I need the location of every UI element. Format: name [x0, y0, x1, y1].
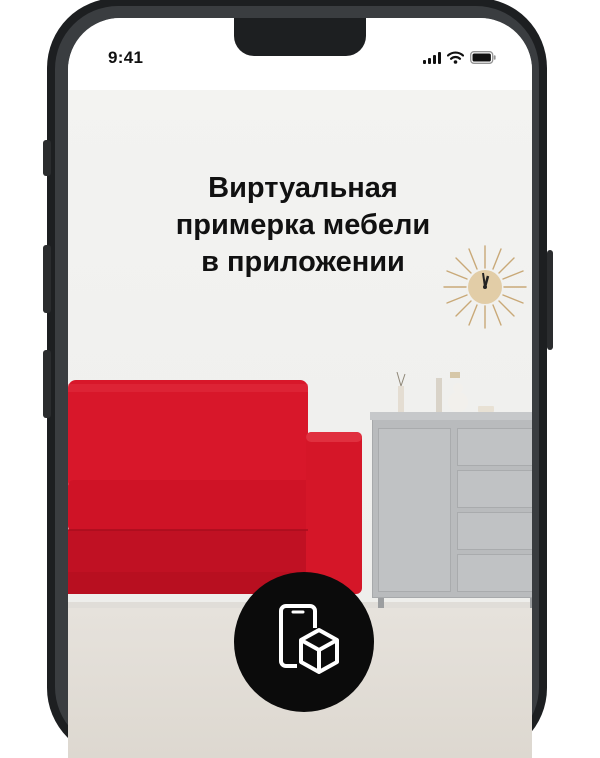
headline-line-3: в приложении [201, 246, 405, 278]
power-button [547, 250, 553, 350]
promo-headline: Виртуальная примерка мебели в приложении [128, 170, 478, 281]
wifi-icon [447, 51, 464, 64]
cabinet-drawer [457, 428, 532, 466]
ar-phone-cube-icon [279, 604, 343, 674]
cabinet-top [370, 412, 532, 420]
cabinet-drawer [457, 554, 532, 592]
headline-line-1: Виртуальная [208, 172, 398, 204]
cabinet-drawer [457, 470, 532, 508]
battery-icon [470, 51, 496, 64]
status-time: 9:41 [108, 48, 144, 67]
silent-switch [43, 140, 51, 176]
cabinet-leg [378, 598, 384, 608]
volume-down-button [43, 350, 51, 418]
signal-icon [423, 51, 441, 64]
status-icons [423, 51, 496, 64]
volume-up-button [43, 245, 51, 313]
status-bar: 9:41 [68, 18, 532, 90]
headline-line-2: примерка мебели [175, 209, 431, 241]
ar-fitting-badge[interactable] [234, 572, 374, 712]
cabinet-door [378, 428, 451, 592]
wall-clock [443, 245, 527, 329]
cabinet-drawer [457, 512, 532, 550]
cabinet-leg [530, 598, 532, 608]
cabinet-decor [396, 372, 494, 412]
notch [234, 18, 366, 56]
